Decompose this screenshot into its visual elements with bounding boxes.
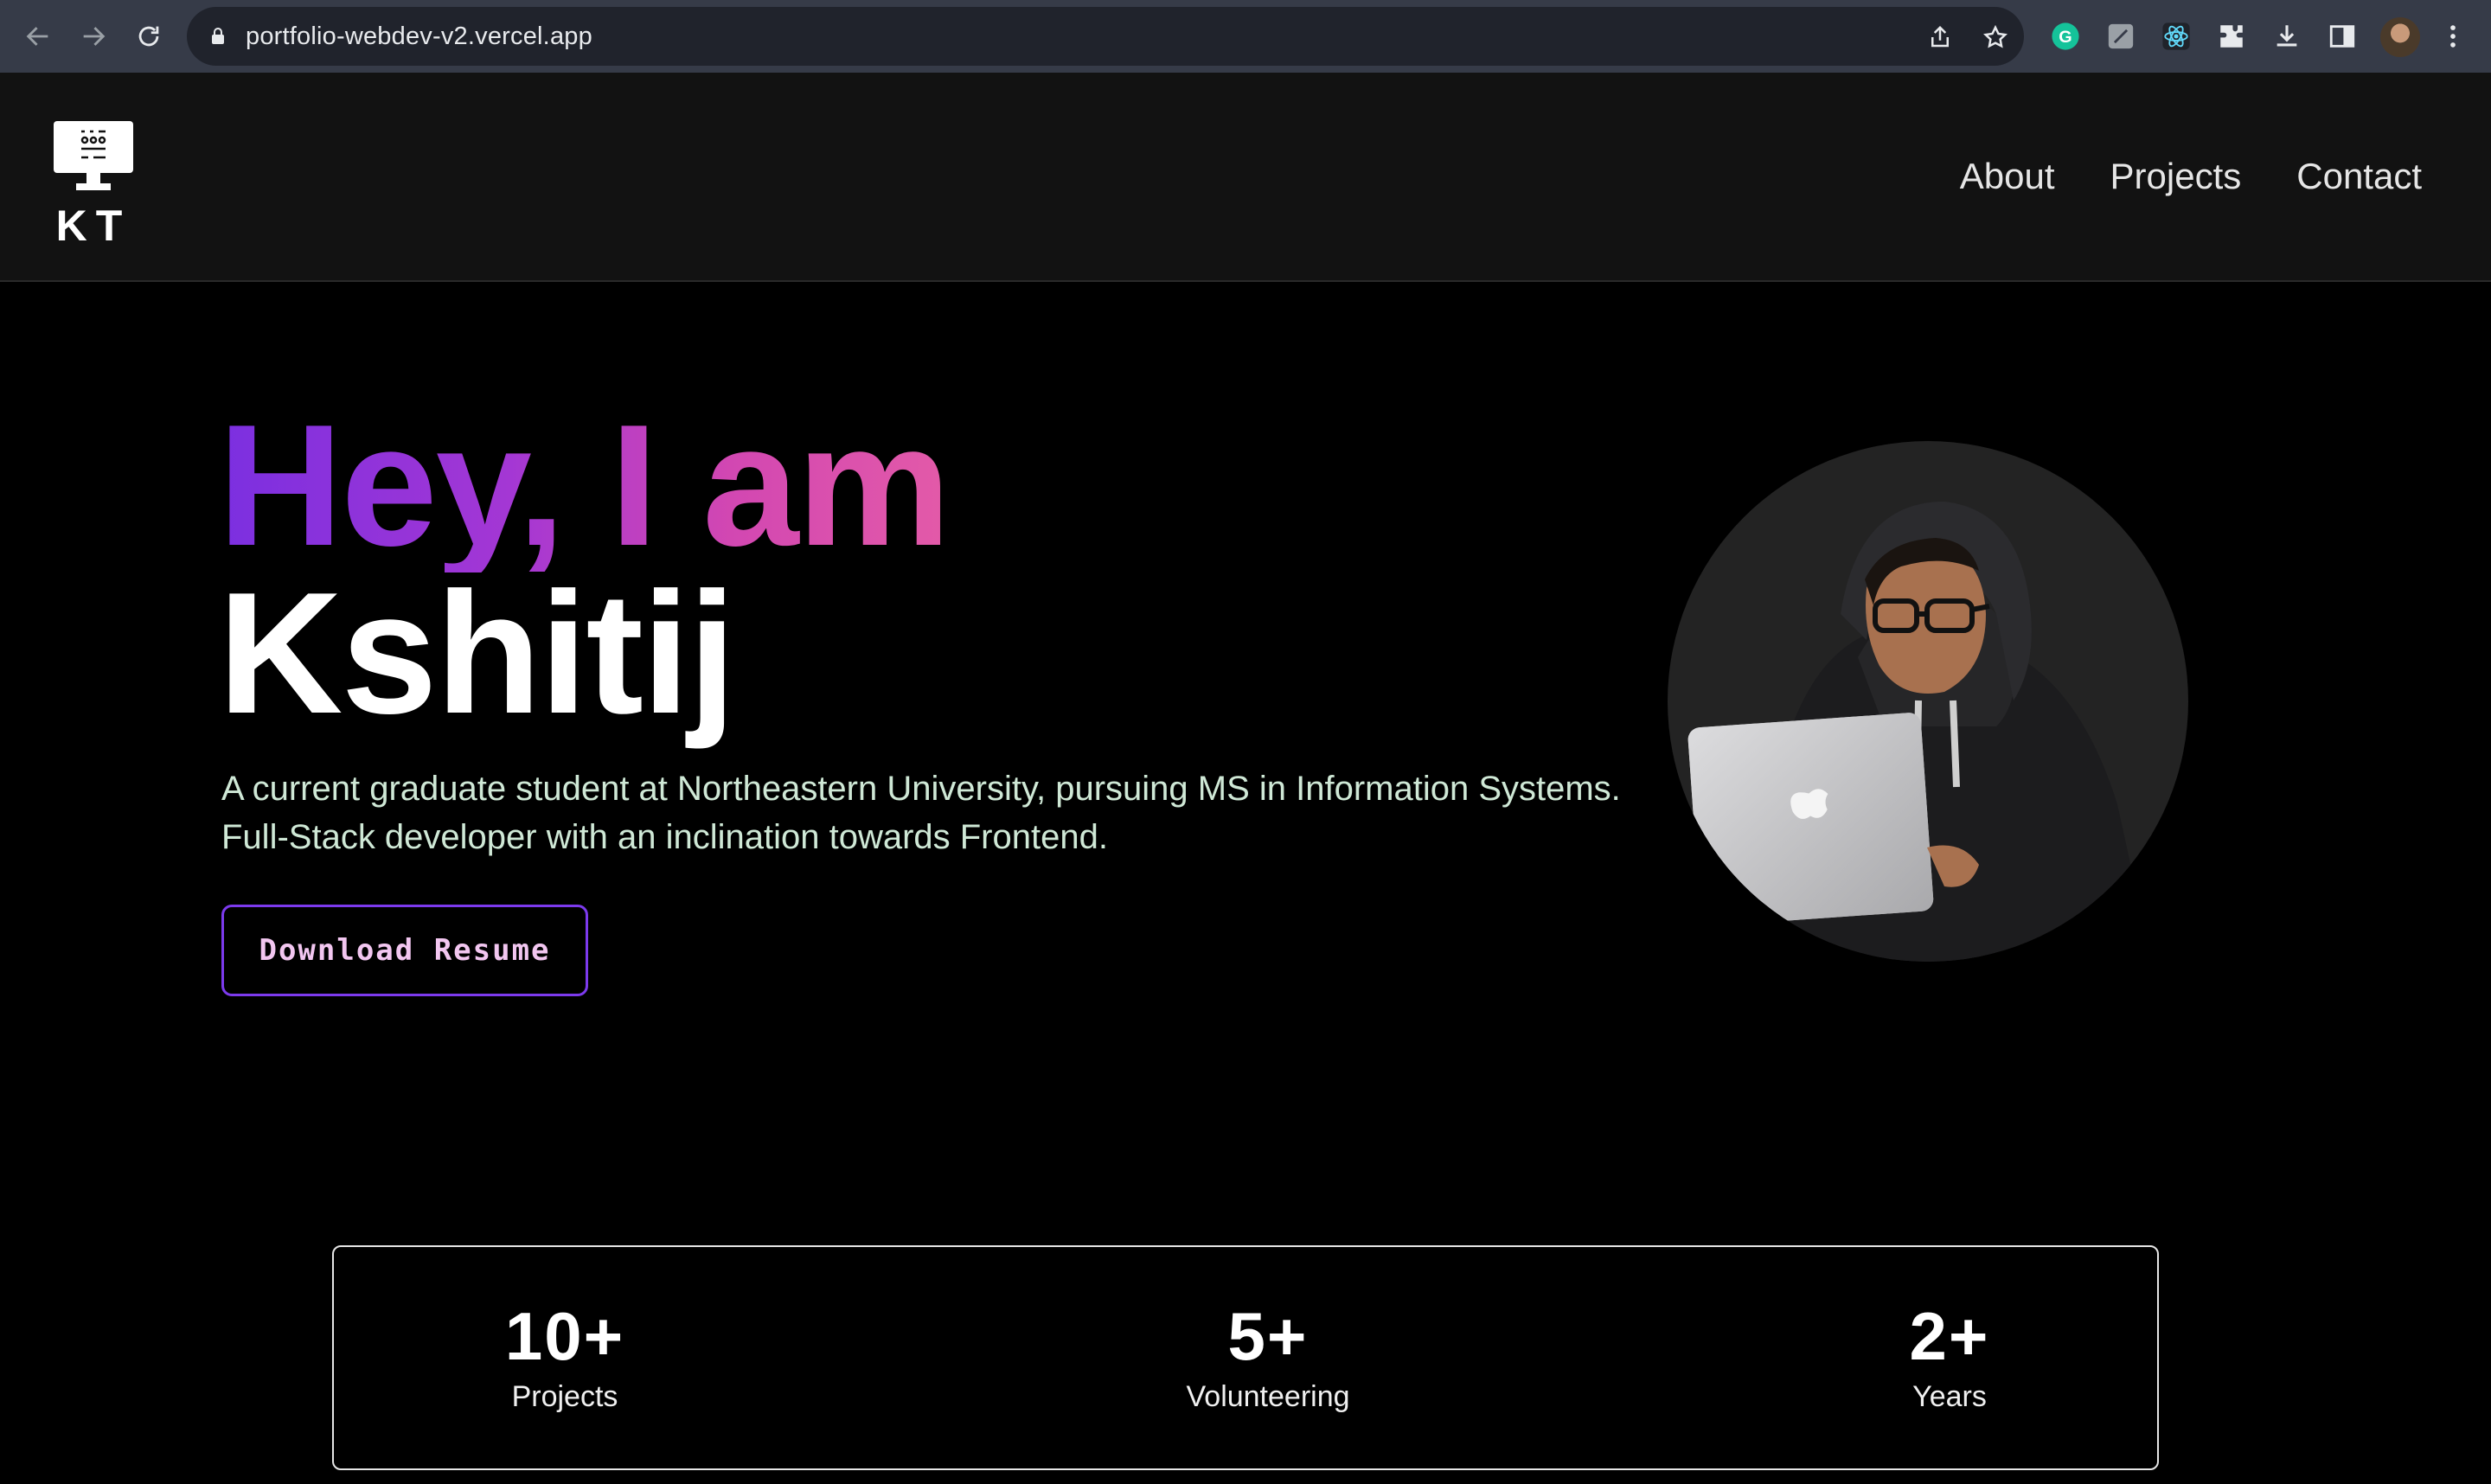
svg-text:KT: KT (56, 201, 131, 242)
nav-link-contact[interactable]: Contact (2296, 156, 2422, 197)
grammarly-extension-icon[interactable]: G (2048, 19, 2083, 54)
stat-value: 2+ (1909, 1298, 1990, 1374)
nav-link-projects[interactable]: Projects (2110, 156, 2242, 197)
arrow-left-icon (26, 27, 48, 46)
stat-projects: 10+ Projects (505, 1302, 624, 1414)
notes-extension-icon[interactable] (2104, 19, 2138, 54)
browser-toolbar: portfolio-webdev-v2.vercel.app G (0, 0, 2491, 73)
reload-button[interactable] (130, 17, 168, 55)
stat-years: 2+ Years (1910, 1302, 1990, 1414)
profile-illustration (1668, 441, 2188, 962)
download-resume-button[interactable]: Download Resume (221, 905, 588, 996)
stats-panel: 10+ Projects 5+ Volunteering 2+ Years (332, 1245, 2159, 1470)
extensions-puzzle-icon[interactable] (2214, 19, 2249, 54)
stat-label: Projects (511, 1380, 618, 1413)
hero-name: Kshitij (218, 557, 736, 750)
hero-description: A current graduate student at Northeaste… (221, 770, 1621, 856)
react-devtools-icon[interactable] (2159, 19, 2193, 54)
hero-greeting: Hey, I am (218, 389, 951, 582)
stat-label: Years (1912, 1380, 1987, 1413)
main-nav: About Projects Contact (1960, 156, 2422, 197)
url-text: portfolio-webdev-v2.vercel.app (246, 22, 592, 50)
svg-text:G: G (2059, 28, 2072, 47)
more-menu-icon[interactable] (2436, 19, 2470, 54)
lock-icon (212, 28, 224, 44)
side-panel-icon[interactable] (2325, 19, 2360, 54)
nav-link-about[interactable]: About (1960, 156, 2055, 197)
back-button[interactable] (19, 17, 57, 55)
bookmark-star-icon[interactable] (1982, 24, 2008, 50)
download-icon[interactable] (2270, 19, 2304, 54)
stat-value: 5+ (1227, 1298, 1309, 1374)
site-header: KT About Projects Contact (0, 73, 2491, 282)
reload-icon (138, 26, 159, 47)
monitor-logo-icon: KT (54, 121, 133, 250)
profile-avatar[interactable] (2380, 17, 2420, 57)
site-logo[interactable]: KT (52, 121, 135, 250)
arrow-right-icon (83, 27, 106, 46)
stat-value: 10+ (504, 1298, 625, 1374)
forward-button[interactable] (74, 17, 112, 55)
share-icon[interactable] (1927, 24, 1953, 50)
stat-volunteering: 5+ Volunteering (1186, 1302, 1349, 1414)
stat-label: Volunteering (1186, 1380, 1350, 1413)
address-bar[interactable]: portfolio-webdev-v2.vercel.app (187, 7, 2024, 66)
